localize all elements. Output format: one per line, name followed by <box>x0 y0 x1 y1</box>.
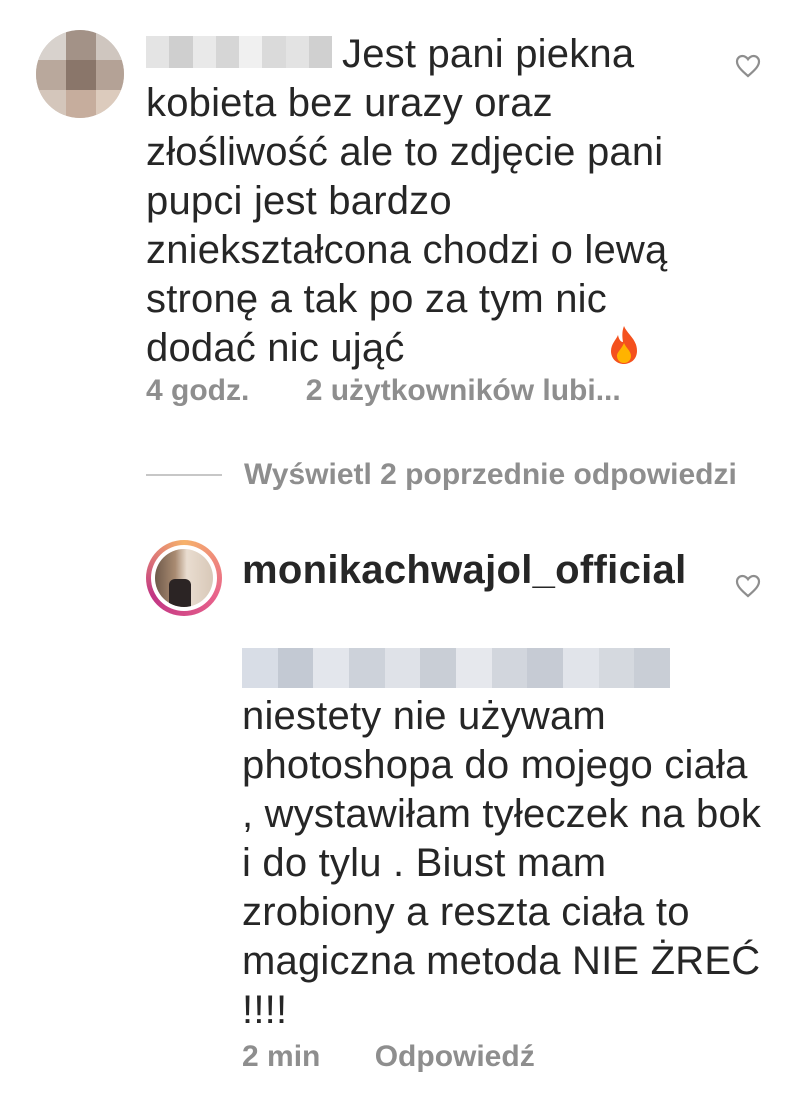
reply-time: 2 min <box>242 1040 321 1073</box>
fire-icon <box>411 325 641 377</box>
reply-text: niestety nie używam photoshopa do mojego… <box>242 694 762 1032</box>
reply-button[interactable]: Odpowiedź <box>375 1040 535 1073</box>
view-previous-replies-button[interactable]: Wyświetl 2 poprzednie odpowiedzi <box>146 458 737 492</box>
reply-like-heart-icon[interactable] <box>735 574 761 598</box>
comment-meta: 4 godz. 2 użytkowników lubi... <box>146 374 621 408</box>
reply-meta: 2 min Odpowiedź <box>242 1040 535 1074</box>
view-previous-replies-label: Wyświetl 2 poprzednie odpowiedzi <box>244 458 737 491</box>
reply-username[interactable]: monikachwajol_official <box>242 548 687 593</box>
reply-avatar-photo <box>155 549 213 607</box>
commenter-avatar[interactable] <box>36 30 124 118</box>
comment-like-heart-icon[interactable] <box>735 54 761 78</box>
reply-avatar[interactable] <box>146 540 222 616</box>
comment-body: Jest pani piekna kobieta bez urazy oraz … <box>146 32 668 370</box>
comment-likes-link[interactable]: 2 użytkowników lubi... <box>306 374 621 407</box>
reply-mention-blurred[interactable] <box>242 648 670 688</box>
comment-text: Jest pani piekna kobieta bez urazy oraz … <box>146 30 706 377</box>
divider-line <box>146 474 222 476</box>
comment-time: 4 godz. <box>146 374 250 407</box>
